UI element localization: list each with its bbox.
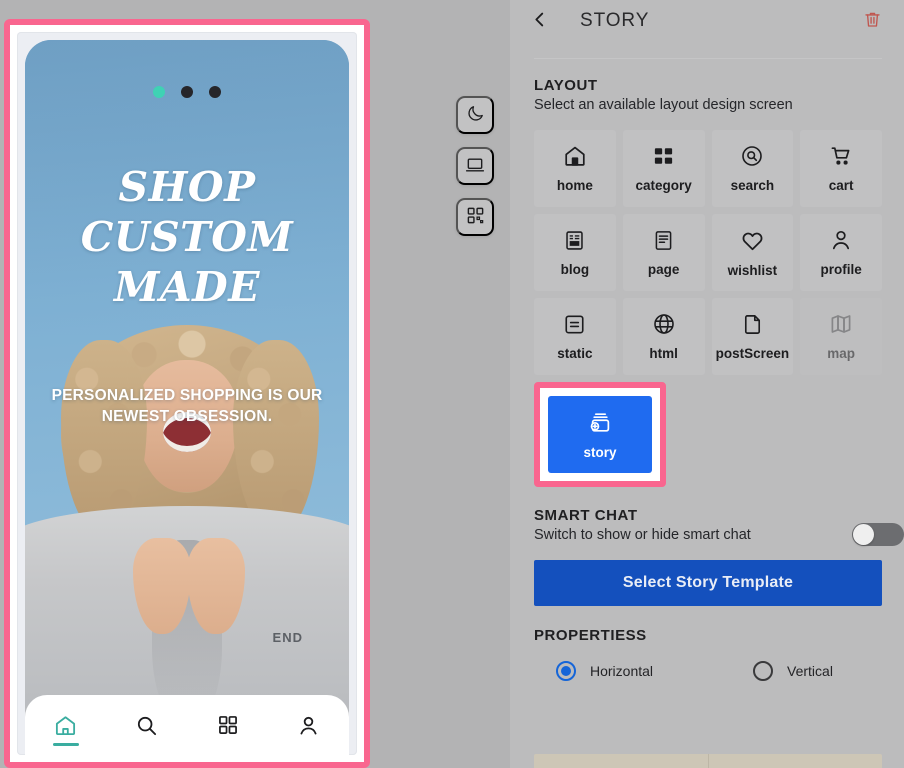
qr-code-button[interactable] [456,198,494,236]
radio-label-horizontal: Horizontal [590,663,654,679]
qrcode-icon [466,206,485,228]
header-divider [534,58,882,59]
floating-tool-buttons [456,96,494,236]
layout-tile-cart[interactable]: cart [800,130,882,207]
laptop-icon [465,155,485,178]
file-icon [741,313,764,339]
toggle-knob [853,524,874,545]
add-story-icon [587,409,614,439]
layout-tile-profile[interactable]: profile [800,214,882,291]
preview-area: END SHOP CUSTOM MADE PERSONALIZED SHOPPI… [0,0,510,768]
blog-icon [563,229,586,255]
page-icon [652,229,675,255]
layout-section-subtitle: Select an available layout design screen [534,97,793,113]
chevron-left-icon [530,10,549,32]
story-dot-1[interactable] [153,86,165,98]
select-story-template-button[interactable]: Select Story Template [534,560,882,606]
story-dot-2[interactable] [181,86,193,98]
layout-tile-postscreen[interactable]: postScreen [711,298,794,375]
static-icon [563,313,586,339]
properties-title: PROPERTIESS [534,627,647,644]
layout-section: LAYOUT Select an available layout design… [510,77,904,487]
nav-item-category[interactable] [187,695,268,755]
layout-tile-label: category [635,177,692,193]
layout-tile-label: wishlist [727,262,778,278]
selected-layout-highlight: story [534,382,666,487]
nav-active-underline [52,743,79,746]
bottom-panel-divider [708,754,709,768]
layout-tile-map: map [800,298,882,375]
layout-tile-blog[interactable]: blog [534,214,616,291]
layout-tile-label: cart [828,178,854,193]
layout-tile-label: story [583,445,617,460]
globe-icon [652,312,676,339]
trash-icon [863,10,882,32]
delete-button[interactable] [858,7,886,35]
radio-mark-vertical[interactable] [753,661,774,681]
story-settings-panel: STORY LAYOUT Select an available layout … [510,0,904,768]
story-copy-block: SHOP CUSTOM MADE PERSONALIZED SHOPPING I… [25,162,349,428]
profile-icon [829,228,853,255]
story-headline: SHOP CUSTOM MADE [80,163,294,312]
layout-section-title: LAYOUT [534,77,598,94]
dark-mode-button[interactable] [456,96,494,134]
layout-tile-label: static [557,345,593,361]
story-subtitle: PERSONALIZED SHOPPING IS OUR NEWEST OBSE… [51,387,323,425]
properties-section: PROPERTIESS Horizontal Vertical [510,627,904,681]
cart-icon [829,144,853,171]
layout-tile-story[interactable]: story [548,396,652,473]
desktop-preview-button[interactable] [456,147,494,185]
layout-tile-static[interactable]: static [534,298,616,375]
nav-item-profile[interactable] [268,695,349,755]
radio-mark-horizontal[interactable] [556,661,576,681]
app-root: END SHOP CUSTOM MADE PERSONALIZED SHOPPI… [0,0,904,768]
layout-tile-html[interactable]: html [622,298,705,375]
smart-chat-title: SMART CHAT [534,507,638,524]
grid-icon [217,714,239,736]
layout-tile-home[interactable]: home [534,130,616,207]
page-title: STORY [580,10,650,31]
layout-tile-label: blog [560,261,590,277]
layout-tile-search[interactable]: search [711,130,794,207]
map-icon [829,312,853,339]
story-progress-dots[interactable] [25,86,349,98]
layout-tile-label: page [647,261,680,277]
phone-selection-highlight[interactable]: END SHOP CUSTOM MADE PERSONALIZED SHOPPI… [4,19,370,768]
layout-tile-label: search [730,178,775,193]
panel-header: STORY [510,0,904,42]
layout-tile-grid: home category search cart blog page wish… [534,130,882,375]
nav-item-search[interactable] [106,695,187,755]
radio-label-vertical: Vertical [787,663,833,679]
home-icon [563,144,587,171]
back-button[interactable] [524,6,554,36]
phone-frame: END SHOP CUSTOM MADE PERSONALIZED SHOPPI… [17,32,357,755]
smart-chat-section: SMART CHAT Switch to show or hide smart … [510,507,904,606]
bottom-partial-panel [534,754,882,768]
layout-tile-label: map [827,346,855,361]
layout-tile-page[interactable]: page [622,214,705,291]
layout-tile-category[interactable]: category [622,130,705,207]
story-dot-3[interactable] [209,86,221,98]
profile-icon [297,714,320,737]
moon-icon [466,104,485,126]
smart-chat-subtitle: Switch to show or hide smart chat [534,527,751,543]
home-icon [54,714,77,737]
heart-icon [740,228,765,256]
orientation-radio-group: Horizontal Vertical [534,661,882,681]
search-icon [740,144,764,171]
layout-tile-wishlist[interactable]: wishlist [711,214,794,291]
category-icon [652,145,675,171]
nav-item-home[interactable] [25,695,106,755]
layout-tile-label: html [649,346,678,361]
layout-tile-label: home [556,178,593,193]
radio-option-horizontal[interactable]: Horizontal [556,661,653,681]
radio-option-vertical[interactable]: Vertical [753,661,833,681]
layout-tile-label: postScreen [715,345,790,361]
smart-chat-toggle[interactable] [852,523,904,546]
phone-bottom-nav [25,695,349,755]
search-icon [135,714,158,737]
phone-screen[interactable]: END SHOP CUSTOM MADE PERSONALIZED SHOPPI… [25,40,349,755]
layout-tile-label: profile [820,262,862,277]
